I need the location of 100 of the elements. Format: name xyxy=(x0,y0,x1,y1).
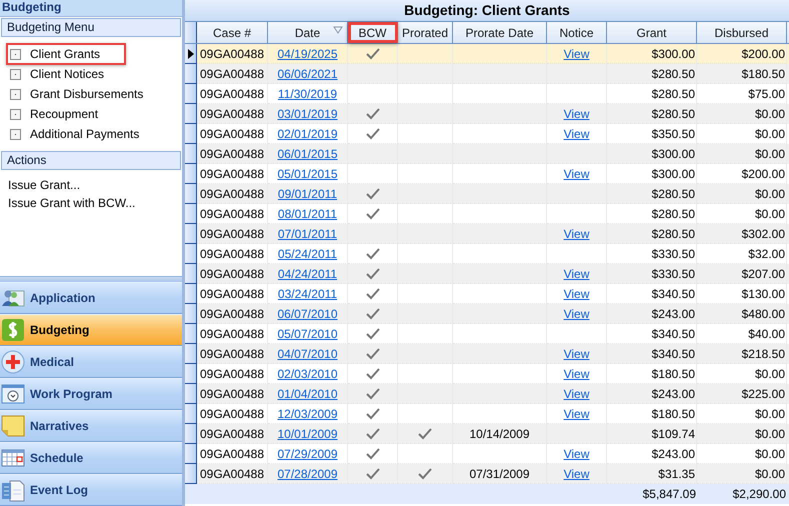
menu-item[interactable]: Client Notices xyxy=(6,63,130,85)
menu-item[interactable]: Grant Disbursements xyxy=(6,83,170,105)
row-header[interactable] xyxy=(185,104,197,124)
row-header[interactable] xyxy=(185,284,197,304)
view-link[interactable]: View xyxy=(564,366,590,380)
view-link[interactable]: View xyxy=(564,306,590,320)
view-link[interactable]: View xyxy=(564,466,590,480)
view-link[interactable]: View xyxy=(564,166,590,180)
action-link[interactable]: Issue Grant with BCW... xyxy=(8,194,136,212)
view-link[interactable]: View xyxy=(564,226,590,240)
table-row[interactable]: 09GA00488 06/01/2015 $300.00 $0.00 xyxy=(185,144,789,164)
date-link[interactable]: 06/07/2010 xyxy=(277,306,338,320)
date-link[interactable]: 04/07/2010 xyxy=(277,346,338,360)
row-header[interactable] xyxy=(185,344,197,364)
nav-button[interactable]: Event Log xyxy=(0,474,182,506)
row-header[interactable] xyxy=(185,304,197,324)
row-header[interactable] xyxy=(185,464,197,484)
column-header[interactable]: Disbursed xyxy=(697,22,787,43)
view-link[interactable]: View xyxy=(564,406,590,420)
row-header[interactable] xyxy=(185,224,197,244)
table-row[interactable]: 09GA00488 10/01/2009 10/14/2009 $109.74 $0.00 xyxy=(185,424,789,444)
view-link[interactable]: View xyxy=(564,286,590,300)
date-link[interactable]: 03/24/2011 xyxy=(278,286,338,300)
date-link[interactable]: 05/24/2011 xyxy=(278,246,338,260)
date-link[interactable]: 03/01/2019 xyxy=(277,106,338,120)
view-link[interactable]: View xyxy=(564,126,590,140)
table-row[interactable]: 09GA00488 06/07/2010 View $243.00 $480.00 xyxy=(185,304,789,324)
view-link[interactable]: View xyxy=(564,386,590,400)
column-header[interactable]: BCW xyxy=(348,22,398,43)
nav-button[interactable]: Budgeting xyxy=(0,314,182,346)
date-link[interactable]: 04/24/2011 xyxy=(278,266,338,280)
action-link[interactable]: Issue Grant... xyxy=(8,176,80,194)
view-link[interactable]: View xyxy=(564,266,590,280)
column-header[interactable]: Prorated xyxy=(398,22,453,43)
row-header[interactable] xyxy=(185,264,197,284)
row-header[interactable] xyxy=(185,144,197,164)
nav-button[interactable]: Application xyxy=(0,282,182,314)
table-row[interactable]: 09GA00488 04/19/2025 View $300.00 $200.00 xyxy=(185,44,789,64)
column-header[interactable]: Notice xyxy=(547,22,607,43)
date-link[interactable]: 10/01/2009 xyxy=(277,426,338,440)
nav-button[interactable]: Work Program xyxy=(0,378,182,410)
table-row[interactable]: 09GA00488 03/01/2019 View $280.50 $0.00 xyxy=(185,104,789,124)
table-row[interactable]: 09GA00488 06/06/2021 $280.50 $180.50 xyxy=(185,64,789,84)
table-row[interactable]: 09GA00488 02/03/2010 View $180.50 $0.00 xyxy=(185,364,789,384)
column-header[interactable]: Grant xyxy=(607,22,697,43)
date-link[interactable]: 07/01/2011 xyxy=(278,226,338,240)
date-link[interactable]: 06/01/2015 xyxy=(277,146,338,160)
table-row[interactable]: 09GA00488 12/03/2009 View $180.50 $0.00 xyxy=(185,404,789,424)
row-header[interactable] xyxy=(185,184,197,204)
splitter-handle[interactable] xyxy=(0,276,182,282)
row-header[interactable] xyxy=(185,364,197,384)
row-header[interactable] xyxy=(185,424,197,444)
table-row[interactable]: 09GA00488 02/01/2019 View $350.50 $0.00 xyxy=(185,124,789,144)
date-link[interactable]: 02/03/2010 xyxy=(277,366,338,380)
row-header[interactable] xyxy=(185,244,197,264)
table-row[interactable]: 09GA00488 07/29/2009 View $243.00 $0.00 xyxy=(185,444,789,464)
view-link[interactable]: View xyxy=(564,346,590,360)
column-header[interactable]: Case # xyxy=(197,22,268,43)
nav-button[interactable]: Narratives xyxy=(0,410,182,442)
date-link[interactable]: 11/30/2019 xyxy=(278,86,338,100)
row-header[interactable] xyxy=(185,404,197,424)
table-row[interactable]: 09GA00488 05/07/2010 $340.50 $40.00 xyxy=(185,324,789,344)
date-link[interactable]: 01/04/2010 xyxy=(277,386,338,400)
column-header[interactable]: Prorate Date xyxy=(453,22,547,43)
date-link[interactable]: 07/29/2009 xyxy=(277,446,338,460)
menu-item[interactable]: Recoupment xyxy=(6,103,124,125)
column-header[interactable]: Date xyxy=(268,22,348,43)
row-header[interactable] xyxy=(185,84,197,104)
menu-item[interactable]: Client Grants xyxy=(6,43,126,65)
view-link[interactable]: View xyxy=(564,46,590,60)
view-link[interactable]: View xyxy=(564,446,590,460)
table-row[interactable]: 09GA00488 07/01/2011 View $280.50 $302.00 xyxy=(185,224,789,244)
table-row[interactable]: 09GA00488 04/24/2011 View $330.50 $207.00 xyxy=(185,264,789,284)
menu-item[interactable]: Additional Payments xyxy=(6,123,166,145)
date-link[interactable]: 06/06/2021 xyxy=(277,66,338,80)
row-header[interactable] xyxy=(185,444,197,464)
table-row[interactable]: 09GA00488 05/24/2011 $330.50 $32.00 xyxy=(185,244,789,264)
date-link[interactable]: 05/07/2010 xyxy=(277,326,338,340)
date-link[interactable]: 07/28/2009 xyxy=(277,466,338,480)
date-link[interactable]: 04/19/2025 xyxy=(277,46,338,60)
date-link[interactable]: 09/01/2011 xyxy=(278,186,338,200)
row-header[interactable] xyxy=(185,204,197,224)
date-link[interactable]: 12/03/2009 xyxy=(277,406,338,420)
table-row[interactable]: 09GA00488 08/01/2011 $280.50 $0.00 xyxy=(185,204,789,224)
row-header[interactable] xyxy=(185,124,197,144)
date-link[interactable]: 05/01/2015 xyxy=(277,166,338,180)
date-link[interactable]: 02/01/2019 xyxy=(277,126,338,140)
nav-button[interactable]: Medical xyxy=(0,346,182,378)
table-row[interactable]: 09GA00488 11/30/2019 $280.50 $75.00 xyxy=(185,84,789,104)
table-row[interactable]: 09GA00488 05/01/2015 View $300.00 $200.00 xyxy=(185,164,789,184)
table-row[interactable]: 09GA00488 07/28/2009 07/31/2009 View $31.35 $0.00 xyxy=(185,464,789,484)
row-header[interactable] xyxy=(185,44,197,64)
row-header[interactable] xyxy=(185,384,197,404)
table-row[interactable]: 09GA00488 09/01/2011 $280.50 $0.00 xyxy=(185,184,789,204)
nav-button[interactable]: Schedule xyxy=(0,442,182,474)
table-row[interactable]: 09GA00488 03/24/2011 View $340.50 $130.00 xyxy=(185,284,789,304)
row-header[interactable] xyxy=(185,164,197,184)
row-header[interactable] xyxy=(185,324,197,344)
row-header[interactable] xyxy=(185,64,197,84)
table-row[interactable]: 09GA00488 01/04/2010 View $243.00 $225.00 xyxy=(185,384,789,404)
